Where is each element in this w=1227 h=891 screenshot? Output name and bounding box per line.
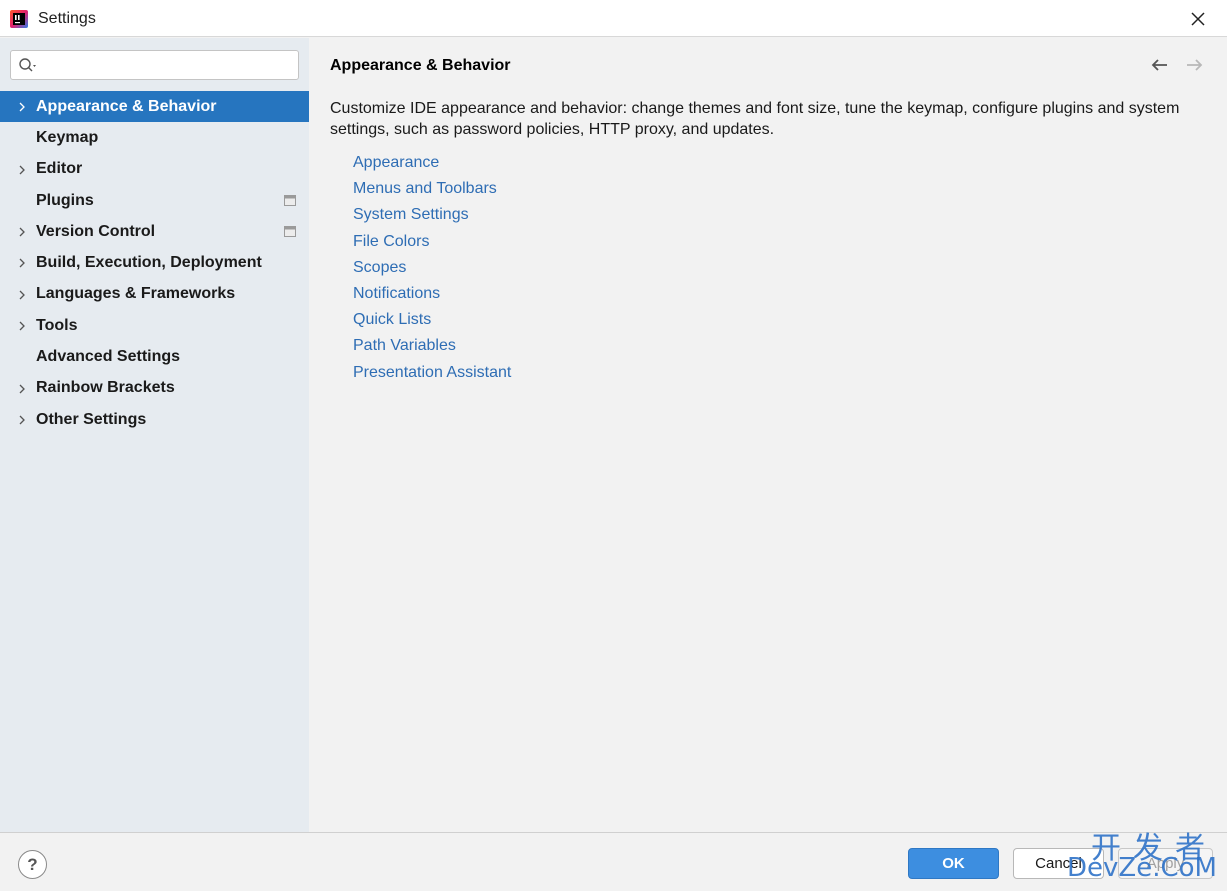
subpage-link[interactable]: Quick Lists [353,309,511,335]
sidebar-item-label: Rainbow Brackets [36,379,175,397]
sidebar-item-label: Appearance & Behavior [36,97,217,115]
chevron-right-icon[interactable] [17,101,27,113]
help-button[interactable]: ? [18,850,47,879]
sidebar-item[interactable]: Keymap [0,122,309,153]
subpage-links: Appearance Menus and Toolbars System Setti… [353,152,511,388]
subpage-link[interactable]: File Colors [353,231,511,257]
subpage-link[interactable]: Path Variables [353,335,511,361]
ok-button[interactable]: OK [908,848,999,879]
settings-content: Appearance & Behavior Customize IDE appe… [309,38,1227,832]
sidebar-item-label: Languages & Frameworks [36,285,236,303]
sidebar-item[interactable]: Plugins [0,185,309,216]
chevron-right-icon[interactable] [17,226,27,238]
arrow-right-icon[interactable] [1184,57,1204,73]
window-title: Settings [38,10,96,27]
sidebar-item[interactable]: Advanced Settings [0,341,309,372]
sidebar-item-label: Tools [36,316,78,334]
subpage-link[interactable]: Presentation Assistant [353,362,511,388]
subpage-link[interactable]: Scopes [353,257,511,283]
apply-button[interactable]: Apply [1118,848,1213,879]
sidebar-item-label: Other Settings [36,410,147,428]
search-input[interactable] [45,55,291,75]
chevron-right-icon[interactable] [17,383,27,395]
search-icon[interactable] [18,57,40,75]
subpage-link[interactable]: Menus and Toolbars [353,178,511,204]
chevron-right-icon[interactable] [17,289,27,301]
settings-tree: Appearance & Behavior Keymap Editor Plugins… [0,91,309,435]
project-level-icon [284,194,296,206]
sidebar-item-label: Keymap [36,128,99,146]
sidebar-item[interactable]: Build, Execution, Deployment [0,247,309,278]
sidebar-item[interactable]: Editor [0,154,309,185]
subpage-link[interactable]: System Settings [353,204,511,230]
project-level-icon [284,226,296,238]
sidebar-item[interactable]: Appearance & Behavior [0,91,309,123]
sidebar-item[interactable]: Version Control [0,216,309,247]
subpage-link[interactable]: Notifications [353,283,511,309]
dialog-footer: ? OK Cancel Apply [0,832,1227,891]
sidebar-item-label: Advanced Settings [36,348,181,366]
intellij-idea-icon [10,10,28,28]
chevron-right-icon[interactable] [17,164,27,176]
subpage-link[interactable]: Appearance [353,152,511,178]
sidebar-item[interactable]: Rainbow Brackets [0,373,309,404]
search-box[interactable] [10,50,299,80]
page-description: Customize IDE appearance and behavior: c… [330,100,1180,138]
chevron-right-icon[interactable] [17,414,27,426]
sidebar-item[interactable]: Languages & Frameworks [0,279,309,310]
cancel-button[interactable]: Cancel [1013,848,1104,879]
chevron-right-icon[interactable] [17,257,27,269]
page-title: Appearance & Behavior [330,57,511,74]
title-bar: Settings [0,0,1227,37]
sidebar-item-label: Plugins [36,191,94,209]
sidebar-item-label: Editor [36,160,83,178]
arrow-left-icon[interactable] [1150,57,1170,73]
chevron-right-icon[interactable] [17,320,27,332]
settings-sidebar: Appearance & Behavior Keymap Editor Plugins… [0,38,309,832]
close-icon[interactable] [1187,8,1209,30]
sidebar-item-label: Build, Execution, Deployment [36,254,262,272]
sidebar-item[interactable]: Tools [0,310,309,341]
sidebar-item-label: Version Control [36,222,156,240]
sidebar-item[interactable]: Other Settings [0,404,309,435]
